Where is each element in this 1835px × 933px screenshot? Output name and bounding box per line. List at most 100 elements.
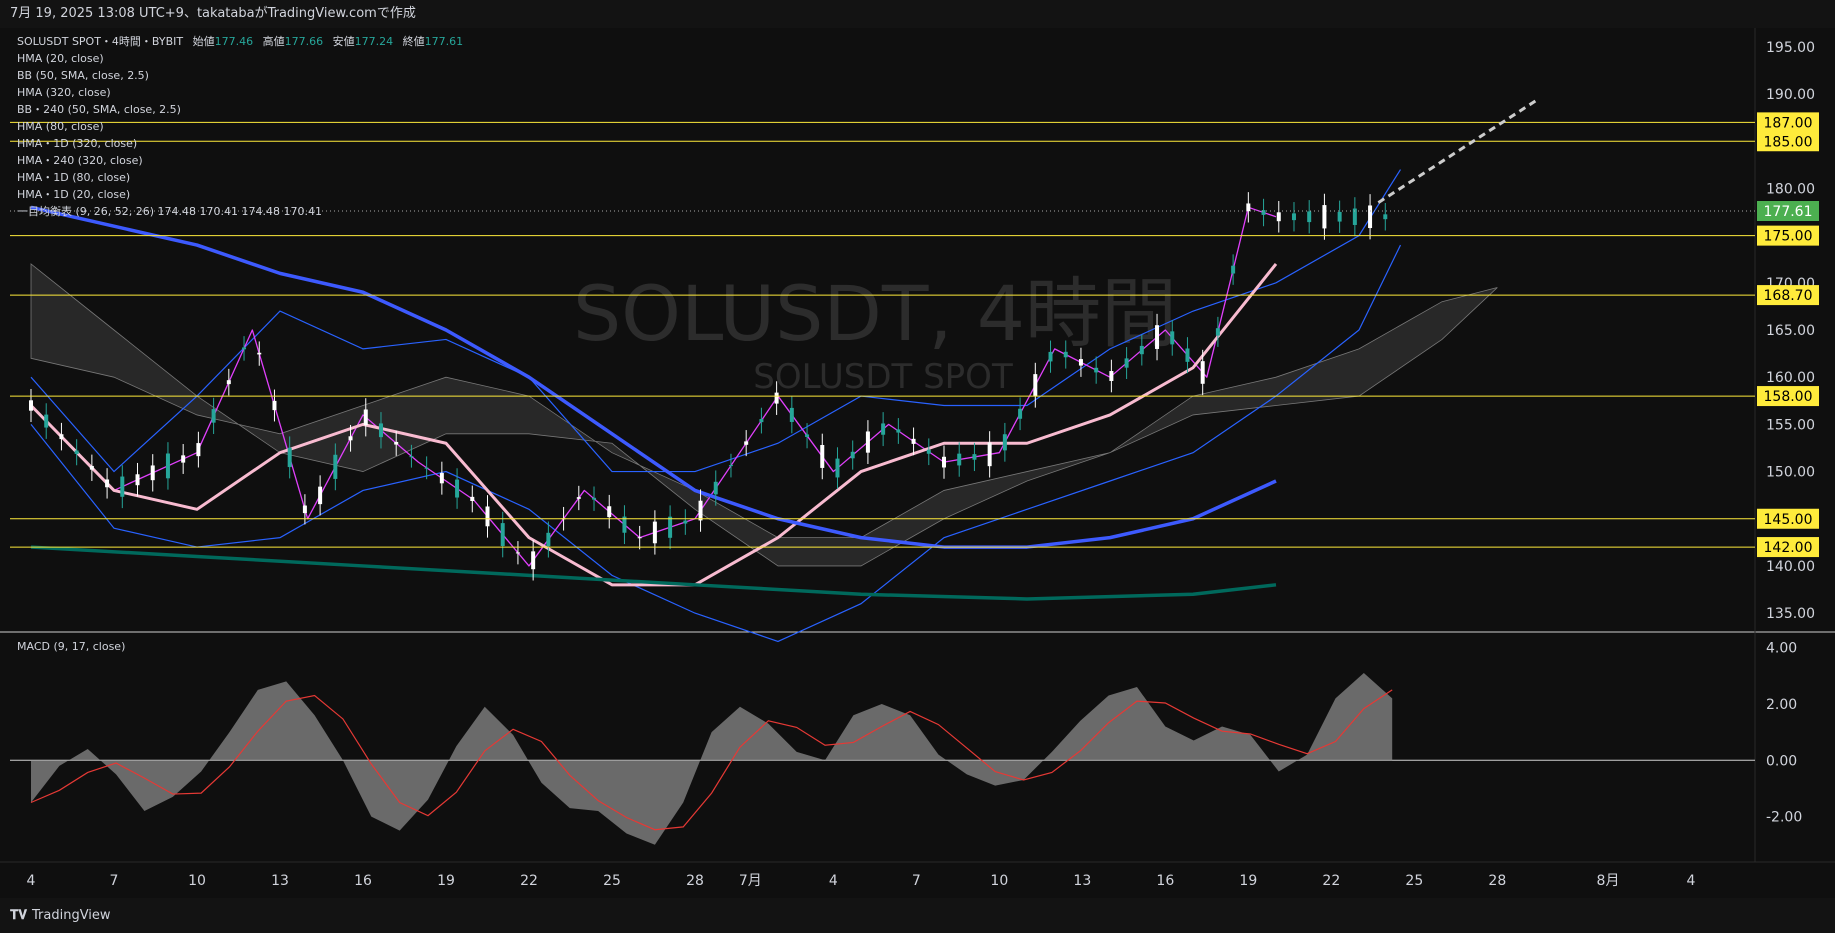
- candle-body: [1231, 265, 1236, 274]
- candle-body: [592, 497, 597, 500]
- price-tick-label: 160.00: [1766, 370, 1815, 386]
- candle-body: [1322, 205, 1327, 229]
- brand-name: TradingView: [32, 908, 111, 923]
- candle-body: [896, 429, 901, 433]
- candle-body: [1094, 367, 1099, 373]
- price-tick-label: 135.00: [1766, 606, 1815, 622]
- ohlc-header: SOLUSDT SPOT・4時間・BYBIT 始値177.46 高値177.66…: [17, 33, 463, 50]
- candle-body: [29, 400, 33, 411]
- candle-body: [135, 474, 140, 486]
- candle-body: [1200, 361, 1205, 384]
- candle-body: [1276, 212, 1281, 222]
- candle-body: [728, 465, 733, 467]
- candle-body: [287, 447, 292, 468]
- footer-bar: 𝐓𝐕 TradingView: [0, 898, 1835, 933]
- macd-tick-label: 0.00: [1766, 753, 1797, 769]
- macd-tick-label: -2.00: [1766, 810, 1802, 826]
- candle-body: [1155, 325, 1160, 349]
- time-tick-label: 22: [520, 873, 538, 889]
- candle-body: [1063, 351, 1068, 358]
- open-label: 始値: [192, 35, 215, 48]
- indicator-hma-240-320[interactable]: HMA・240 (320, close): [17, 152, 463, 169]
- candle-body: [333, 454, 338, 479]
- tradingview-logo-icon: 𝐓𝐕: [10, 908, 27, 923]
- candle-body: [1368, 205, 1373, 229]
- candle-body: [272, 400, 277, 411]
- candle-body: [1018, 408, 1023, 419]
- candle-body: [394, 441, 399, 445]
- candle-body: [455, 479, 460, 498]
- indicator-hma20[interactable]: HMA (20, close): [17, 50, 463, 67]
- candle-body: [911, 438, 916, 444]
- candle-body: [105, 479, 110, 488]
- candle-body: [774, 392, 779, 404]
- indicator-ichimoku[interactable]: 一目均衡表 (9, 26, 52, 26) 174.48 170.41 174.…: [17, 203, 463, 220]
- candle-body: [1291, 213, 1296, 221]
- macd-label[interactable]: MACD (9, 17, close): [17, 640, 125, 653]
- time-tick-label: 19: [437, 873, 455, 889]
- candle-body: [820, 444, 825, 468]
- watermark-main: SOLUSDT, 4時間: [573, 269, 1177, 358]
- candle-body: [211, 409, 216, 423]
- candle-body: [89, 465, 94, 470]
- candle-body: [348, 436, 353, 441]
- candle-body: [181, 455, 186, 463]
- candle-body: [1124, 358, 1129, 368]
- time-tick-label: 28: [1488, 873, 1506, 889]
- candle-body: [698, 500, 703, 521]
- chart-caption: 7月 19, 2025 13:08 UTC+9、takatabaがTrading…: [0, 0, 1835, 28]
- candle-body: [1048, 351, 1053, 362]
- current-price-label: 177.61: [1764, 204, 1813, 220]
- candle-body: [257, 352, 262, 355]
- candle-body: [789, 407, 794, 422]
- close-label: 終値: [402, 35, 425, 48]
- candle-body: [470, 496, 475, 501]
- candle-body: [881, 423, 886, 435]
- candle-body: [302, 505, 307, 514]
- time-tick-label: 13: [271, 873, 289, 889]
- macd-tick-label: 2.00: [1766, 697, 1797, 713]
- time-tick-label: 10: [188, 873, 206, 889]
- candle-body: [318, 486, 323, 505]
- candle-body: [987, 442, 992, 467]
- candle-body: [607, 506, 612, 518]
- indicator-hma-1d-20[interactable]: HMA・1D (20, close): [17, 186, 463, 203]
- price-tick-label: 155.00: [1766, 417, 1815, 433]
- candle-body: [500, 523, 505, 547]
- candle-body: [44, 414, 49, 428]
- candle-body: [196, 443, 201, 457]
- time-tick-label: 16: [354, 873, 372, 889]
- low-value: 177.24: [354, 35, 394, 48]
- time-tick-label: 16: [1156, 873, 1174, 889]
- candle-body: [1307, 211, 1312, 223]
- time-tick-label: 4: [27, 873, 36, 889]
- high-value: 177.66: [284, 35, 324, 48]
- open-value: 177.46: [214, 35, 254, 48]
- level-price-label: 175.00: [1764, 229, 1813, 245]
- time-tick-label: 25: [603, 873, 621, 889]
- level-price-label: 168.70: [1764, 288, 1813, 304]
- indicator-bb240[interactable]: BB・240 (50, SMA, close, 2.5): [17, 101, 463, 118]
- candle-body: [972, 454, 977, 460]
- candle-body: [74, 450, 79, 454]
- level-price-label: 145.00: [1764, 512, 1813, 528]
- price-tick-label: 180.00: [1766, 181, 1815, 197]
- indicator-hma80[interactable]: HMA (80, close): [17, 118, 463, 135]
- time-tick-label: 7: [110, 873, 119, 889]
- indicator-bb50[interactable]: BB (50, SMA, close, 2.5): [17, 67, 463, 84]
- candle-body: [150, 465, 155, 481]
- indicator-hma-1d-80[interactable]: HMA・1D (80, close): [17, 169, 463, 186]
- candle-body: [1215, 328, 1220, 336]
- candle-body: [226, 380, 231, 385]
- time-tick-label: 19: [1239, 873, 1257, 889]
- candle-body: [759, 419, 764, 423]
- candle-body: [744, 441, 749, 445]
- time-tick-label: 28: [686, 873, 704, 889]
- indicator-hma-1d-320[interactable]: HMA・1D (320, close): [17, 135, 463, 152]
- candle-body: [120, 476, 125, 497]
- level-price-label: 142.00: [1764, 540, 1813, 556]
- candle-body: [835, 458, 840, 478]
- candle-body: [165, 453, 170, 479]
- indicator-hma320[interactable]: HMA (320, close): [17, 84, 463, 101]
- candle-body: [531, 551, 536, 570]
